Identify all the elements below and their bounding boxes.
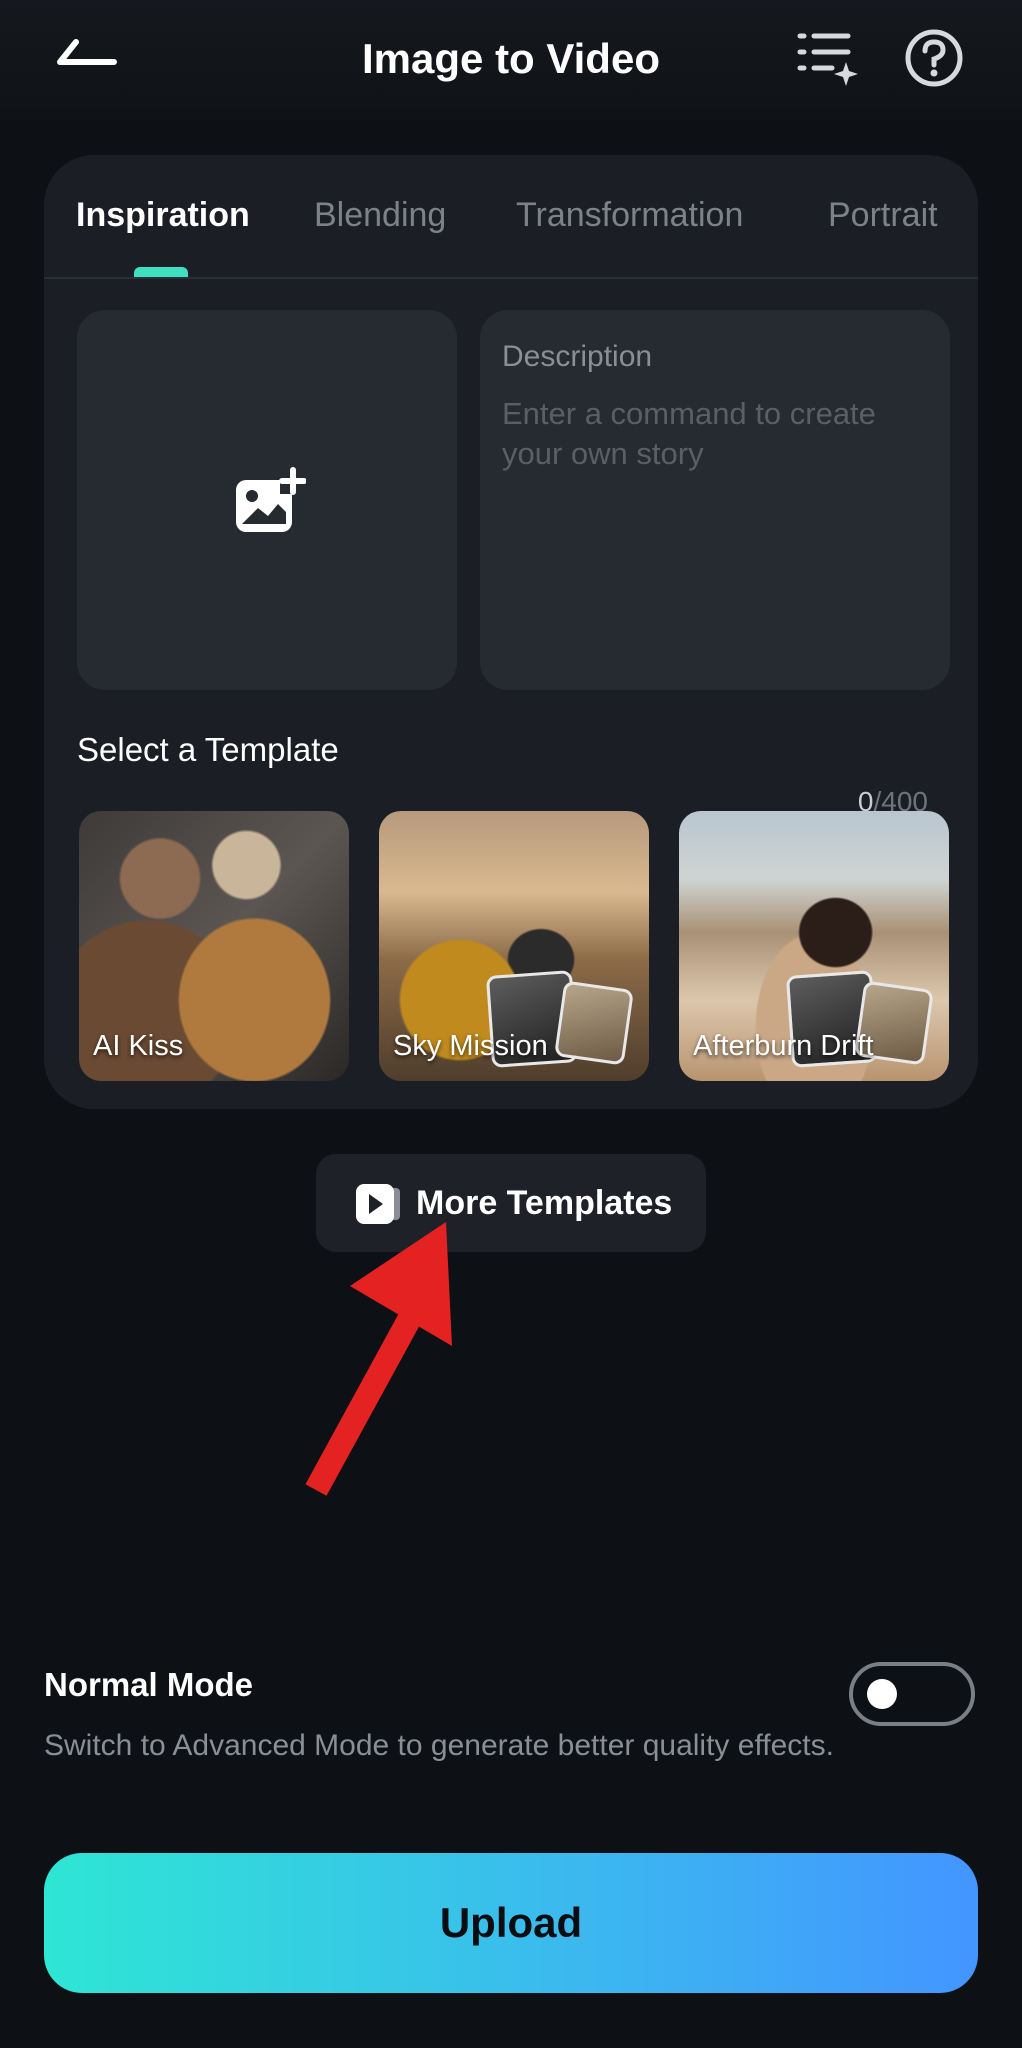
add-image-icon xyxy=(236,467,306,532)
select-template-title: Select a Template xyxy=(77,731,339,768)
description-input[interactable] xyxy=(502,394,922,594)
reference-thumbnail xyxy=(554,980,634,1066)
toggle-knob xyxy=(867,1679,897,1709)
sparkle-list-icon xyxy=(797,33,858,86)
more-templates-label: More Templates xyxy=(416,1184,673,1222)
description-label: Description xyxy=(502,340,653,373)
template-ai-kiss[interactable]: AI Kiss xyxy=(79,811,349,1081)
video-play-icon xyxy=(356,1184,400,1224)
upload-button-label: Upload xyxy=(439,1899,583,1946)
image-upload-area[interactable] xyxy=(77,310,457,690)
category-tabs: Inspiration Blending Transformation Port… xyxy=(44,155,978,279)
advanced-mode-toggle[interactable] xyxy=(849,1662,975,1726)
tab-transformation[interactable]: Transformation xyxy=(516,195,743,235)
help-circle-icon xyxy=(905,29,963,87)
mode-description: Switch to Advanced Mode to generate bett… xyxy=(44,1729,834,1762)
more-templates-button[interactable]: More Templates xyxy=(316,1154,706,1252)
tab-portrait[interactable]: Portrait xyxy=(828,195,938,235)
template-afterburn-drift[interactable]: Afterburn Drift xyxy=(679,811,949,1081)
help-button[interactable] xyxy=(904,28,964,88)
creation-card: Inspiration Blending Transformation Port… xyxy=(44,155,978,1109)
page-title: Image to Video xyxy=(362,35,660,82)
active-tab-indicator xyxy=(134,267,188,277)
template-label: Sky Mission xyxy=(393,1030,548,1062)
tab-blending[interactable]: Blending xyxy=(314,195,446,235)
mode-title: Normal Mode xyxy=(44,1666,254,1703)
tab-inspiration[interactable]: Inspiration xyxy=(76,195,250,235)
description-box: Description 0/400 xyxy=(480,310,950,817)
history-list-button[interactable] xyxy=(796,26,860,90)
upload-button[interactable]: Upload xyxy=(44,1853,978,1993)
template-label: Afterburn Drift xyxy=(693,1030,874,1062)
template-sky-mission[interactable]: Sky Mission xyxy=(379,811,649,1081)
template-label: AI Kiss xyxy=(93,1030,184,1062)
top-bar: Image to Video xyxy=(0,0,1022,120)
